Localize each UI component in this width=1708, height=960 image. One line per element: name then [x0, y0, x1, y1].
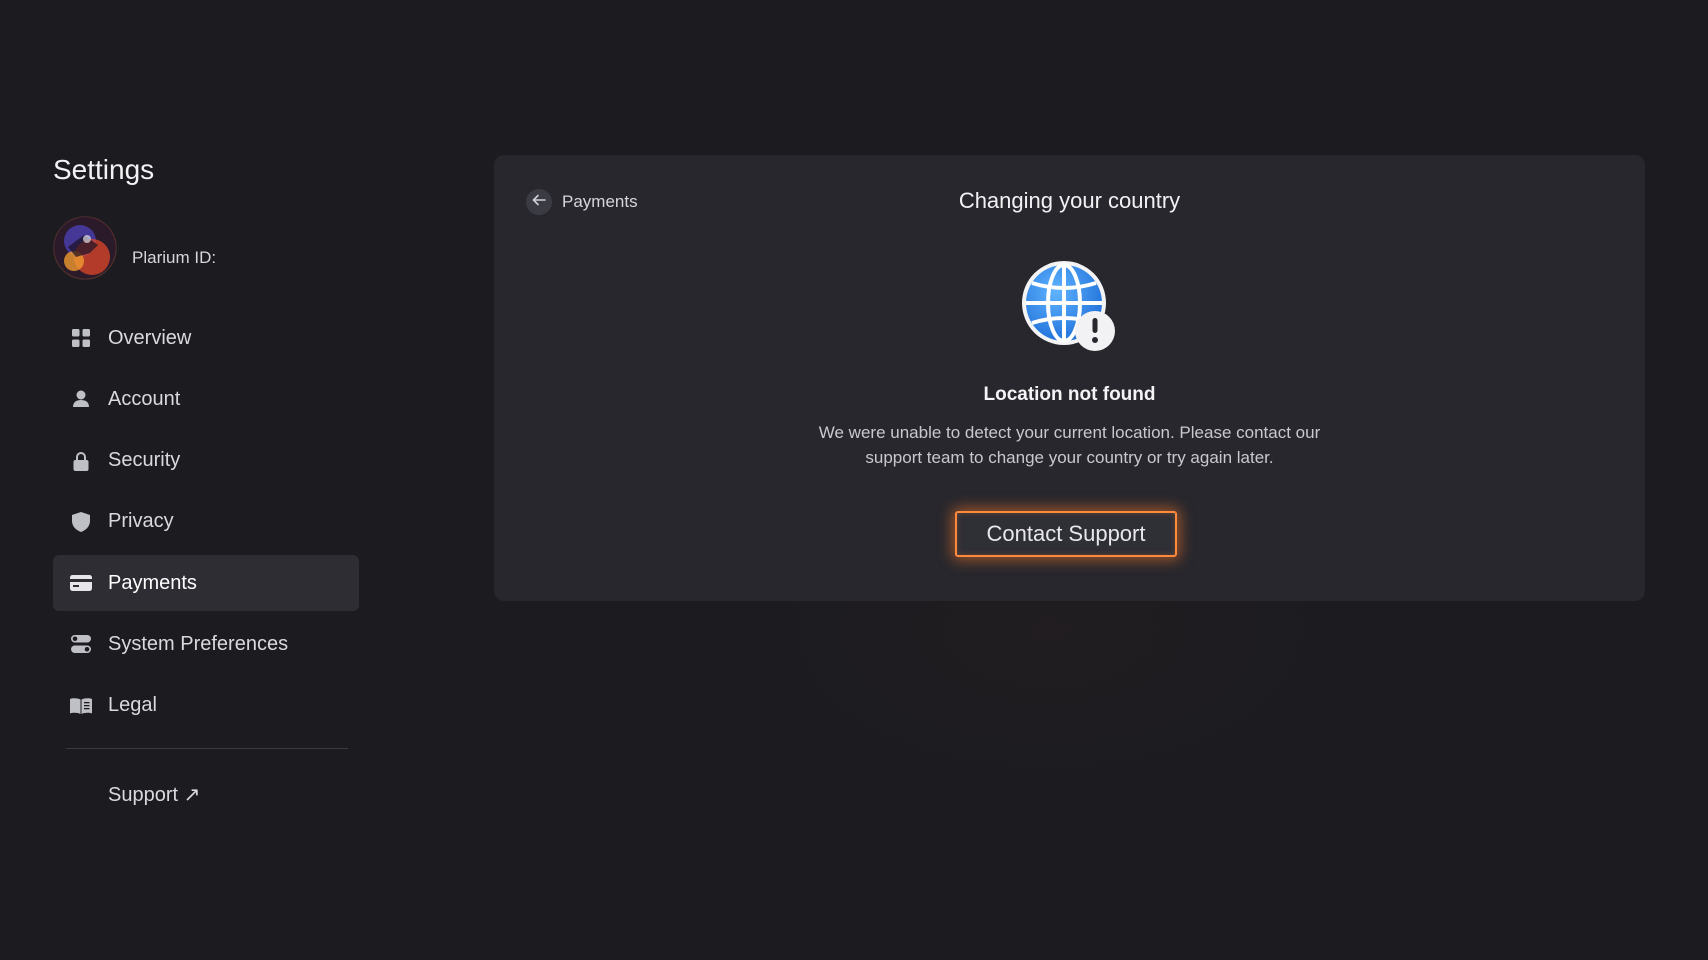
sidebar: Settings Plarium ID: Overview Account Se…: [53, 150, 359, 806]
sidebar-divider: [66, 748, 348, 749]
profile: Plarium ID:: [53, 216, 359, 280]
app-root: Settings Plarium ID: Overview Account Se…: [0, 0, 1708, 960]
shield-icon: [69, 510, 93, 534]
user-icon: [69, 387, 93, 411]
country-change-card: Payments Changing your country Location …: [494, 155, 1645, 601]
book-icon: [69, 694, 93, 718]
avatar[interactable]: [53, 216, 117, 280]
sidebar-item-overview[interactable]: Overview: [53, 310, 359, 366]
sidebar-item-security[interactable]: Security: [53, 433, 359, 489]
support-link[interactable]: Support ↗: [108, 782, 200, 807]
page-title: Changing your country: [958, 188, 1181, 213]
sidebar-item-label: System Preferences: [108, 632, 289, 655]
sidebar-item-label: Overview: [108, 326, 192, 349]
sidebar-item-label: Payments: [108, 571, 197, 594]
status-message: We were unable to detect your current lo…: [818, 423, 1321, 467]
toggles-icon: [69, 632, 93, 656]
lock-icon: [69, 449, 93, 473]
sidebar-item-account[interactable]: Account: [53, 371, 359, 427]
sidebar-item-legal[interactable]: Legal: [53, 678, 359, 734]
status-title: Location not found: [983, 384, 1156, 405]
sidebar-item-label: Privacy: [108, 510, 174, 533]
sidebar-item-label: Account: [108, 387, 181, 410]
sidebar-item-label: Security: [108, 449, 181, 472]
globe-warning-icon: [1022, 261, 1122, 361]
plarium-id-label: Plarium ID:: [132, 248, 217, 267]
sidebar-item-label: Legal: [108, 694, 157, 717]
sidebar-item-payments[interactable]: Payments: [53, 555, 359, 612]
sidebar-nav: Overview Account Security Privacy Paymen…: [53, 310, 359, 739]
sidebar-item-system-preferences[interactable]: System Preferences: [53, 616, 359, 672]
card-icon: [69, 571, 93, 595]
contact-support-button[interactable]: Contact Support: [955, 511, 1177, 557]
sidebar-title: Settings: [53, 154, 155, 185]
sidebar-item-privacy[interactable]: Privacy: [53, 494, 359, 550]
grid-icon: [69, 326, 93, 350]
